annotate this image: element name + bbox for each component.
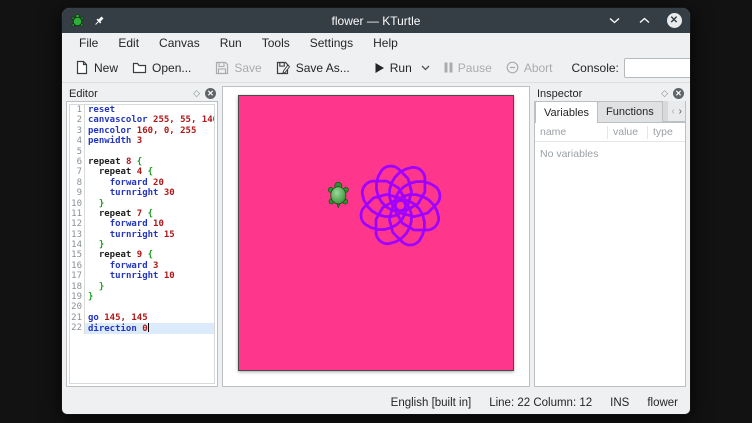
- code-line[interactable]: 8 forward 20: [70, 178, 214, 188]
- column-name: name: [535, 126, 608, 139]
- code-line[interactable]: 11 repeat 7 {: [70, 209, 214, 219]
- statusbar: English [built in] Line: 22 Column: 12 I…: [62, 391, 690, 414]
- status-cursor-position: Line: 22 Column: 12: [489, 397, 592, 409]
- save-label: Save: [234, 61, 261, 75]
- open-button[interactable]: Open...: [125, 58, 198, 78]
- code-line[interactable]: 10 }: [70, 199, 214, 209]
- code-line[interactable]: 3pencolor 160, 0, 255: [70, 126, 214, 136]
- code-line[interactable]: 22direction 0: [70, 323, 214, 333]
- open-folder-icon: [132, 61, 147, 74]
- tab-variables[interactable]: Variables: [535, 101, 598, 123]
- pin-icon[interactable]: [93, 15, 105, 27]
- code-line[interactable]: 17 turnright 10: [70, 271, 214, 281]
- tab-functions[interactable]: Functions: [598, 101, 663, 122]
- status-insert-mode: INS: [610, 397, 629, 409]
- abort-button[interactable]: Abort: [499, 58, 560, 78]
- code-line[interactable]: 12 forward 10: [70, 219, 214, 229]
- text-cursor: [148, 323, 150, 332]
- console-combobox[interactable]: [624, 58, 690, 78]
- save-button[interactable]: Save: [208, 58, 268, 78]
- abort-icon: [506, 61, 519, 74]
- pause-label: Pause: [458, 61, 492, 75]
- run-button[interactable]: Run: [367, 58, 437, 78]
- tab-scroll-left-icon[interactable]: ‹: [671, 106, 674, 117]
- code-line[interactable]: 14 }: [70, 240, 214, 250]
- close-button[interactable]: ✕: [666, 13, 682, 29]
- status-document-name: flower: [647, 397, 678, 409]
- abort-label: Abort: [524, 61, 553, 75]
- save-icon: [215, 61, 229, 75]
- pause-icon: [444, 62, 453, 73]
- code-line[interactable]: 4penwidth 3: [70, 136, 214, 146]
- variables-table-header: name value type: [535, 123, 685, 142]
- code-line[interactable]: 19}: [70, 292, 214, 302]
- code-line[interactable]: 21go 145, 145: [70, 313, 214, 323]
- turtle-body: [331, 187, 346, 204]
- tab-scroll-right-icon[interactable]: ›: [679, 106, 682, 117]
- run-play-icon: [374, 62, 385, 74]
- code-line[interactable]: 16 forward 3: [70, 261, 214, 271]
- maximize-button[interactable]: [636, 13, 652, 29]
- status-language: English [built in]: [391, 397, 472, 409]
- new-label: New: [94, 61, 118, 75]
- save-as-label: Save As...: [296, 61, 350, 75]
- menu-item-canvas[interactable]: Canvas: [150, 34, 209, 52]
- menu-item-help[interactable]: Help: [364, 34, 407, 52]
- editor-code[interactable]: 1reset2canvascolor 255, 55, 1403pencolor…: [69, 104, 215, 384]
- new-button[interactable]: New: [68, 57, 125, 78]
- no-variables-message: No variables: [535, 142, 685, 166]
- column-value: value: [608, 126, 648, 139]
- editor-panel: Editor ◇ ✕ 1reset2canvascolor 255, 55, 1…: [66, 86, 218, 387]
- pause-button[interactable]: Pause: [437, 58, 499, 78]
- menu-item-tools[interactable]: Tools: [253, 34, 299, 52]
- code-line[interactable]: 5: [70, 147, 214, 157]
- column-type: type: [648, 126, 685, 139]
- inspector-close-icon[interactable]: ✕: [673, 88, 684, 99]
- minimize-button[interactable]: [606, 13, 622, 29]
- window-title: flower — KTurtle: [62, 14, 690, 28]
- canvas-panel: [222, 86, 530, 387]
- code-line[interactable]: 9 turnright 30: [70, 188, 214, 198]
- code-line[interactable]: 2canvascolor 255, 55, 140: [70, 115, 214, 125]
- code-line[interactable]: 20: [70, 302, 214, 312]
- inspector-panel-title: Inspector: [537, 88, 582, 100]
- save-as-button[interactable]: Save As...: [269, 58, 357, 78]
- code-line[interactable]: 1reset: [70, 105, 214, 115]
- open-label: Open...: [152, 61, 191, 75]
- menu-item-run[interactable]: Run: [211, 34, 251, 52]
- run-dropdown-chevron-icon[interactable]: [421, 65, 430, 71]
- kturtle-window: flower — KTurtle ✕ FileEditCanvasRunTool…: [62, 8, 690, 414]
- code-line[interactable]: 7 repeat 4 {: [70, 167, 214, 177]
- code-line[interactable]: 13 turnright 15: [70, 230, 214, 240]
- console-input[interactable]: [625, 62, 690, 74]
- menu-item-file[interactable]: File: [70, 34, 107, 52]
- code-line[interactable]: 15 repeat 9 {: [70, 250, 214, 260]
- code-line[interactable]: 6repeat 8 {: [70, 157, 214, 167]
- turtle-canvas: [238, 95, 514, 371]
- run-label: Run: [390, 61, 412, 75]
- editor-panel-title: Editor: [69, 88, 98, 100]
- menu-item-settings[interactable]: Settings: [301, 34, 362, 52]
- titlebar: flower — KTurtle ✕: [62, 8, 690, 33]
- inspector-tabs: Variables Functions ‹ ›: [535, 102, 685, 123]
- menu-item-edit[interactable]: Edit: [109, 34, 148, 52]
- menubar: FileEditCanvasRunToolsSettingsHelp: [62, 33, 690, 53]
- save-as-icon: [276, 61, 291, 75]
- new-file-icon: [75, 60, 89, 75]
- editor-close-icon[interactable]: ✕: [205, 88, 216, 99]
- code-line[interactable]: 18 }: [70, 282, 214, 292]
- inspector-panel: Inspector ◇ ✕ Variables Functions ‹ ›: [534, 86, 686, 387]
- app-turtle-icon: [70, 13, 85, 28]
- toolbar: New Open... Save Save As... Run: [62, 53, 690, 83]
- console-label: Console:: [572, 61, 619, 75]
- inspector-float-icon[interactable]: ◇: [661, 89, 668, 98]
- editor-float-icon[interactable]: ◇: [193, 89, 200, 98]
